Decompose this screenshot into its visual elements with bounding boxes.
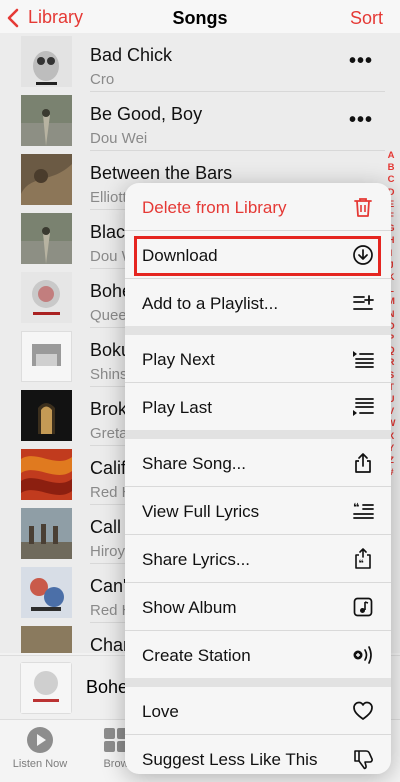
album-art bbox=[21, 154, 72, 205]
play-last-icon bbox=[353, 398, 374, 416]
song-title: Char bbox=[90, 635, 130, 653]
album-art bbox=[21, 95, 72, 146]
menu-item-label: Play Last bbox=[142, 398, 212, 417]
song-title: Call bbox=[90, 517, 122, 537]
play-next-item[interactable]: Play Next bbox=[125, 335, 391, 382]
song-title: Bad Chick bbox=[90, 45, 173, 65]
album-icon bbox=[353, 597, 373, 617]
album-art bbox=[21, 331, 72, 382]
song-artist: Cro bbox=[90, 71, 115, 88]
song-artist: Dou Wei bbox=[90, 130, 148, 147]
share-song-item[interactable]: Share Song... bbox=[125, 439, 391, 486]
download-circle-icon bbox=[353, 245, 373, 265]
menu-item-label: Add to a Playlist... bbox=[142, 294, 279, 313]
tab-listen-now[interactable]: Listen Now bbox=[10, 726, 70, 770]
song-title: Between the Bars bbox=[90, 163, 233, 183]
love-item[interactable]: Love bbox=[125, 687, 391, 734]
menu-item-label: Delete from Library bbox=[142, 198, 287, 217]
menu-item-label: Show Album bbox=[142, 598, 237, 617]
menu-item-label: Love bbox=[142, 702, 179, 721]
delete-from-library-item[interactable]: Delete from Library bbox=[125, 183, 391, 230]
menu-item-label: Download bbox=[142, 246, 218, 265]
svg-text:❝: ❝ bbox=[359, 559, 364, 569]
menu-item-label: View Full Lyrics bbox=[142, 502, 260, 521]
song-title: Can' bbox=[90, 576, 127, 596]
heart-icon bbox=[353, 701, 373, 720]
add-to-list-icon bbox=[353, 295, 374, 310]
index-letter[interactable]: A bbox=[388, 150, 395, 162]
song-title: Be Good, Boy bbox=[90, 104, 203, 124]
album-art bbox=[21, 390, 72, 441]
song-artist: Shins bbox=[90, 366, 128, 383]
show-album-item[interactable]: Show Album bbox=[125, 583, 391, 630]
thumbs-down-icon bbox=[354, 750, 373, 770]
menu-item-label: Suggest Less Like This bbox=[142, 750, 318, 769]
play-next-icon bbox=[353, 351, 374, 368]
more-icon[interactable]: ••• bbox=[349, 109, 373, 132]
more-icon[interactable]: ••• bbox=[349, 50, 373, 73]
play-last-item[interactable]: Play Last bbox=[125, 383, 391, 430]
play-circle-icon bbox=[26, 726, 54, 754]
song-title: Calif bbox=[90, 458, 127, 478]
trash-icon bbox=[354, 198, 372, 217]
share-lyrics-item[interactable]: Share Lyrics... ❝ bbox=[125, 535, 391, 582]
menu-item-label: Create Station bbox=[142, 646, 251, 665]
song-title: Brok bbox=[90, 399, 128, 419]
now-playing-art bbox=[20, 662, 72, 714]
station-icon bbox=[353, 646, 372, 664]
tab-label: Listen Now bbox=[12, 758, 68, 770]
share-lyrics-icon: ❝ bbox=[355, 548, 371, 569]
menu-item-label: Share Song... bbox=[142, 454, 246, 473]
menu-item-label: Play Next bbox=[142, 350, 215, 369]
list-item[interactable]: Bad Chick Cro ••• bbox=[0, 33, 385, 92]
album-art bbox=[21, 449, 72, 500]
song-artist: Greta bbox=[90, 425, 128, 442]
share-icon bbox=[355, 453, 371, 473]
index-letter[interactable]: B bbox=[388, 162, 395, 174]
suggest-less-item[interactable]: Suggest Less Like This bbox=[125, 735, 391, 774]
create-station-item[interactable]: Create Station bbox=[125, 631, 391, 678]
album-art bbox=[21, 626, 72, 653]
now-playing-title: Bohe bbox=[86, 677, 129, 697]
menu-item-label: Share Lyrics... bbox=[142, 550, 251, 569]
song-artist: Quee bbox=[90, 307, 127, 324]
album-art bbox=[21, 213, 72, 264]
sort-button[interactable]: Sort bbox=[350, 8, 383, 29]
list-item[interactable]: Be Good, Boy Dou Wei ••• bbox=[0, 92, 385, 151]
view-full-lyrics-item[interactable]: View Full Lyrics ❝ bbox=[125, 487, 391, 534]
album-art bbox=[21, 508, 72, 559]
download-item[interactable]: Download bbox=[125, 231, 391, 278]
song-artist: Elliott bbox=[90, 189, 127, 206]
song-artist: Hiroy bbox=[90, 543, 126, 560]
context-menu: Delete from Library Download Add to a Pl… bbox=[125, 183, 391, 774]
svg-text:❝: ❝ bbox=[353, 501, 359, 514]
lyrics-icon: ❝ bbox=[353, 501, 374, 519]
page-title: Songs bbox=[172, 8, 228, 28]
album-art bbox=[21, 36, 72, 87]
add-to-playlist-item[interactable]: Add to a Playlist... bbox=[125, 279, 391, 326]
album-art bbox=[21, 567, 72, 618]
album-art bbox=[21, 272, 72, 323]
